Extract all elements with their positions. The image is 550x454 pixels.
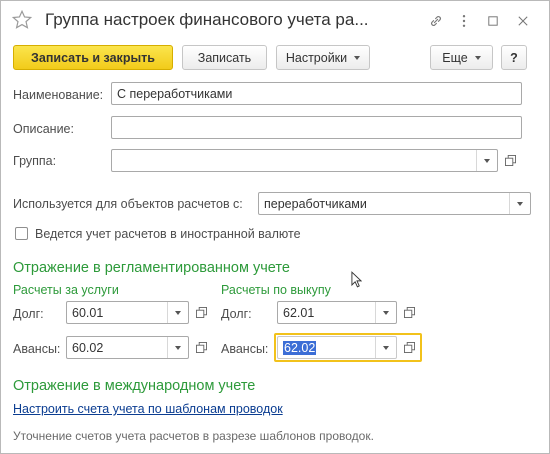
save-and-close-button[interactable]: Записать и закрыть: [13, 45, 173, 70]
help-button[interactable]: ?: [501, 45, 527, 70]
configure-accounts-link[interactable]: Настроить счета учета по шаблонам провод…: [13, 402, 283, 416]
buyout-advance-field[interactable]: 62.02: [277, 336, 397, 359]
buyout-advance-value: 62.02: [283, 340, 317, 355]
help-label: ?: [510, 50, 518, 65]
services-subtitle: Расчеты за услуги: [13, 283, 119, 297]
open-icon: [195, 342, 207, 353]
settings-button[interactable]: Настройки: [276, 45, 370, 70]
regulated-section-title: Отражение в регламентированном учете: [13, 260, 290, 276]
chevron-down-icon: [354, 55, 361, 60]
description-field[interactable]: [111, 116, 522, 139]
services-debt-label: Долг:: [13, 307, 44, 321]
name-value: С переработчиками: [117, 86, 233, 101]
name-label: Наименование:: [13, 88, 104, 102]
used-for-select[interactable]: переработчиками: [258, 192, 531, 215]
chevron-down-icon[interactable]: [375, 337, 396, 358]
close-icon[interactable]: [513, 11, 533, 31]
open-buyout-advance-button[interactable]: [399, 336, 419, 359]
buyout-debt-value: 62.01: [283, 305, 315, 320]
chevron-down-icon: [474, 55, 481, 60]
foreign-currency-label: Ведется учет расчетов в иностранной валю…: [35, 227, 301, 241]
chevron-down-icon[interactable]: [167, 337, 188, 358]
open-buyout-debt-button[interactable]: [399, 301, 419, 324]
buyout-advance-label: Авансы:: [221, 342, 269, 356]
save-button[interactable]: Записать: [182, 45, 267, 70]
mouse-cursor-icon: [351, 271, 363, 291]
chevron-down-icon[interactable]: [375, 302, 396, 323]
international-section-title: Отражение в международном учете: [13, 378, 256, 394]
more-label: Еще: [442, 50, 468, 65]
used-for-label: Используется для объектов расчетов с:: [13, 197, 243, 211]
services-debt-field[interactable]: 60.01: [66, 301, 189, 324]
buyout-subtitle: Расчеты по выкупу: [221, 283, 331, 297]
buyout-debt-label: Долг:: [221, 307, 252, 321]
open-icon: [195, 307, 207, 318]
more-vertical-icon[interactable]: [454, 11, 474, 31]
settings-label: Настройки: [285, 50, 348, 65]
services-debt-value: 60.01: [72, 305, 104, 320]
services-advance-value: 60.02: [72, 340, 104, 355]
window-title: Группа настроек финансового учета ра...: [45, 10, 369, 29]
open-group-button[interactable]: [500, 149, 520, 172]
foreign-currency-checkbox[interactable]: [15, 227, 28, 240]
save-and-close-label: Записать и закрыть: [31, 50, 155, 65]
name-field[interactable]: С переработчиками: [111, 82, 522, 105]
chevron-down-icon[interactable]: [509, 193, 530, 214]
open-icon: [403, 342, 415, 353]
group-field[interactable]: [111, 149, 498, 172]
chevron-down-icon[interactable]: [476, 150, 497, 171]
open-services-advance-button[interactable]: [191, 336, 211, 359]
international-note: Уточнение счетов учета расчетов в разрез…: [13, 429, 374, 443]
services-advance-label: Авансы:: [13, 342, 61, 356]
open-icon: [403, 307, 415, 318]
form-window: Группа настроек финансового учета ра... …: [0, 0, 550, 454]
more-button[interactable]: Еще: [430, 45, 493, 70]
save-label: Записать: [197, 50, 252, 65]
open-services-debt-button[interactable]: [191, 301, 211, 324]
favorite-star-icon[interactable]: [11, 9, 33, 31]
open-icon: [504, 155, 516, 166]
link-icon[interactable]: [426, 11, 446, 31]
services-advance-field[interactable]: 60.02: [66, 336, 189, 359]
used-for-value: переработчиками: [264, 196, 367, 211]
description-label: Описание:: [13, 122, 74, 136]
maximize-icon[interactable]: [483, 11, 503, 31]
chevron-down-icon[interactable]: [167, 302, 188, 323]
buyout-debt-field[interactable]: 62.01: [277, 301, 397, 324]
group-label: Группа:: [13, 154, 57, 168]
